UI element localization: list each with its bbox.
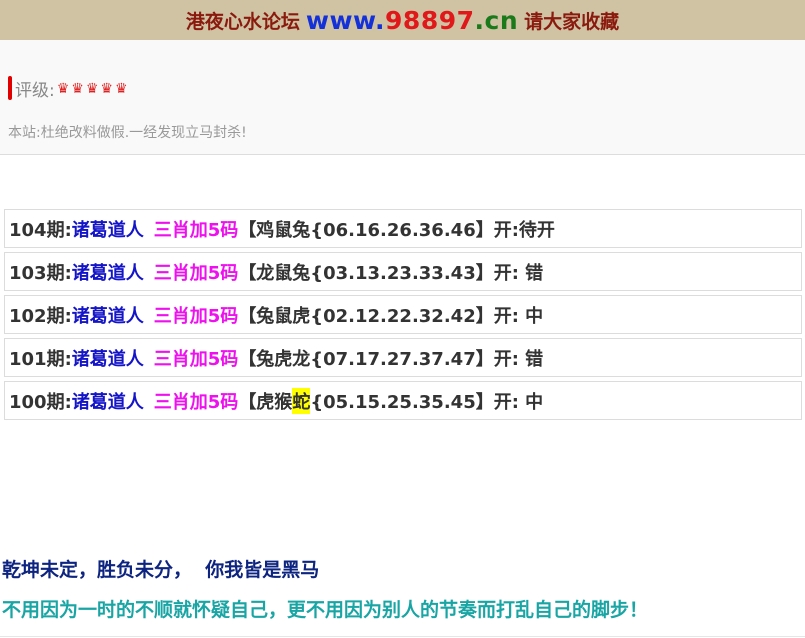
url-tld: .cn [474, 5, 519, 35]
site-name: 港夜心水论坛 [185, 10, 300, 33]
record-author: 诸葛道人 [71, 262, 144, 284]
prediction-row: 102期: 诸葛道人 三肖加5码 【兔鼠虎{02.12.22.32.42】开: 中 [4, 295, 802, 334]
crown-icon: ♛ [100, 81, 113, 97]
site-banner: 港夜心水论坛 www.98897.cn 请大家收藏 [0, 0, 805, 40]
record-content-tail: {05.15.25.35.45】开: 中 [310, 391, 544, 413]
record-content: 【鸡鼠兔{06.16.26.36.46】开:待开 [238, 219, 555, 241]
site-url-link[interactable]: www.98897.cn [306, 6, 518, 35]
prediction-row: 104期: 诸葛道人 三肖加5码 【鸡鼠兔{06.16.26.36.46】开:待开 [4, 209, 802, 248]
rating-accent-bar [8, 76, 12, 100]
record-highlight: 蛇 [292, 387, 311, 414]
bookmark-hint: 请大家收藏 [524, 10, 620, 33]
record-author: 诸葛道人 [71, 305, 144, 327]
record-author: 诸葛道人 [71, 348, 144, 370]
prediction-row: 101期: 诸葛道人 三肖加5码 【兔虎龙{07.17.27.37.47】开: 错 [4, 338, 802, 377]
crown-icon: ♛ [114, 81, 128, 97]
record-period: 101期: [9, 348, 72, 370]
slogan-primary: 乾坤未定，胜负未分， 你我皆是黑马 [2, 559, 320, 581]
prediction-row: 103期: 诸葛道人 三肖加5码 【龙鼠兔{03.13.23.33.43】开: 错 [4, 252, 802, 291]
prediction-row: 100期: 诸葛道人 三肖加5码 【虎猴蛇 {05.15.25.35.45】开: 中 [4, 381, 802, 420]
record-period: 102期: [9, 305, 72, 327]
record-period: 104期: [9, 219, 72, 241]
site-notice: 本站:杜绝改料做假.一经发现立马封杀! [8, 125, 247, 141]
record-period: 100期: [9, 391, 72, 413]
record-content: 【兔鼠虎{02.12.22.32.42】开: 中 [238, 305, 544, 327]
url-domain: 98897 [385, 5, 475, 35]
record-tag: 三肖加5码 [153, 219, 239, 241]
record-author: 诸葛道人 [71, 219, 144, 241]
record-content: 【兔虎龙{07.17.27.37.47】开: 错 [238, 348, 544, 370]
record-tag: 三肖加5码 [153, 305, 239, 327]
record-tag: 三肖加5码 [153, 391, 239, 413]
record-period: 103期: [9, 262, 72, 284]
record-content: 【龙鼠兔{03.13.23.33.43】开: 错 [238, 262, 544, 284]
crown-icon: ♛ [56, 81, 70, 97]
rating-label: 评级: [15, 80, 55, 101]
bottom-divider [0, 636, 805, 637]
record-tag: 三肖加5码 [153, 262, 239, 284]
rating: 评级: ♛ ♛ ♛ ♛ ♛ [8, 76, 128, 101]
slogan-secondary: 不用因为一时的不顺就怀疑自己，更不用因为别人的节奏而打乱自己的脚步！ [2, 599, 649, 621]
record-content: 【虎猴 [238, 391, 293, 413]
crown-icon: ♛ [71, 81, 84, 97]
info-panel: 评级: ♛ ♛ ♛ ♛ ♛ 本站:杜绝改料做假.一经发现立马封杀! [0, 40, 805, 155]
record-tag: 三肖加5码 [153, 348, 239, 370]
prediction-list: 104期: 诸葛道人 三肖加5码 【鸡鼠兔{06.16.26.36.46】开:待开 10… [4, 209, 802, 424]
record-author: 诸葛道人 [71, 391, 144, 413]
rating-crowns: ♛ ♛ ♛ ♛ ♛ [55, 78, 128, 98]
crown-icon: ♛ [85, 81, 99, 97]
url-www: www. [305, 5, 386, 35]
